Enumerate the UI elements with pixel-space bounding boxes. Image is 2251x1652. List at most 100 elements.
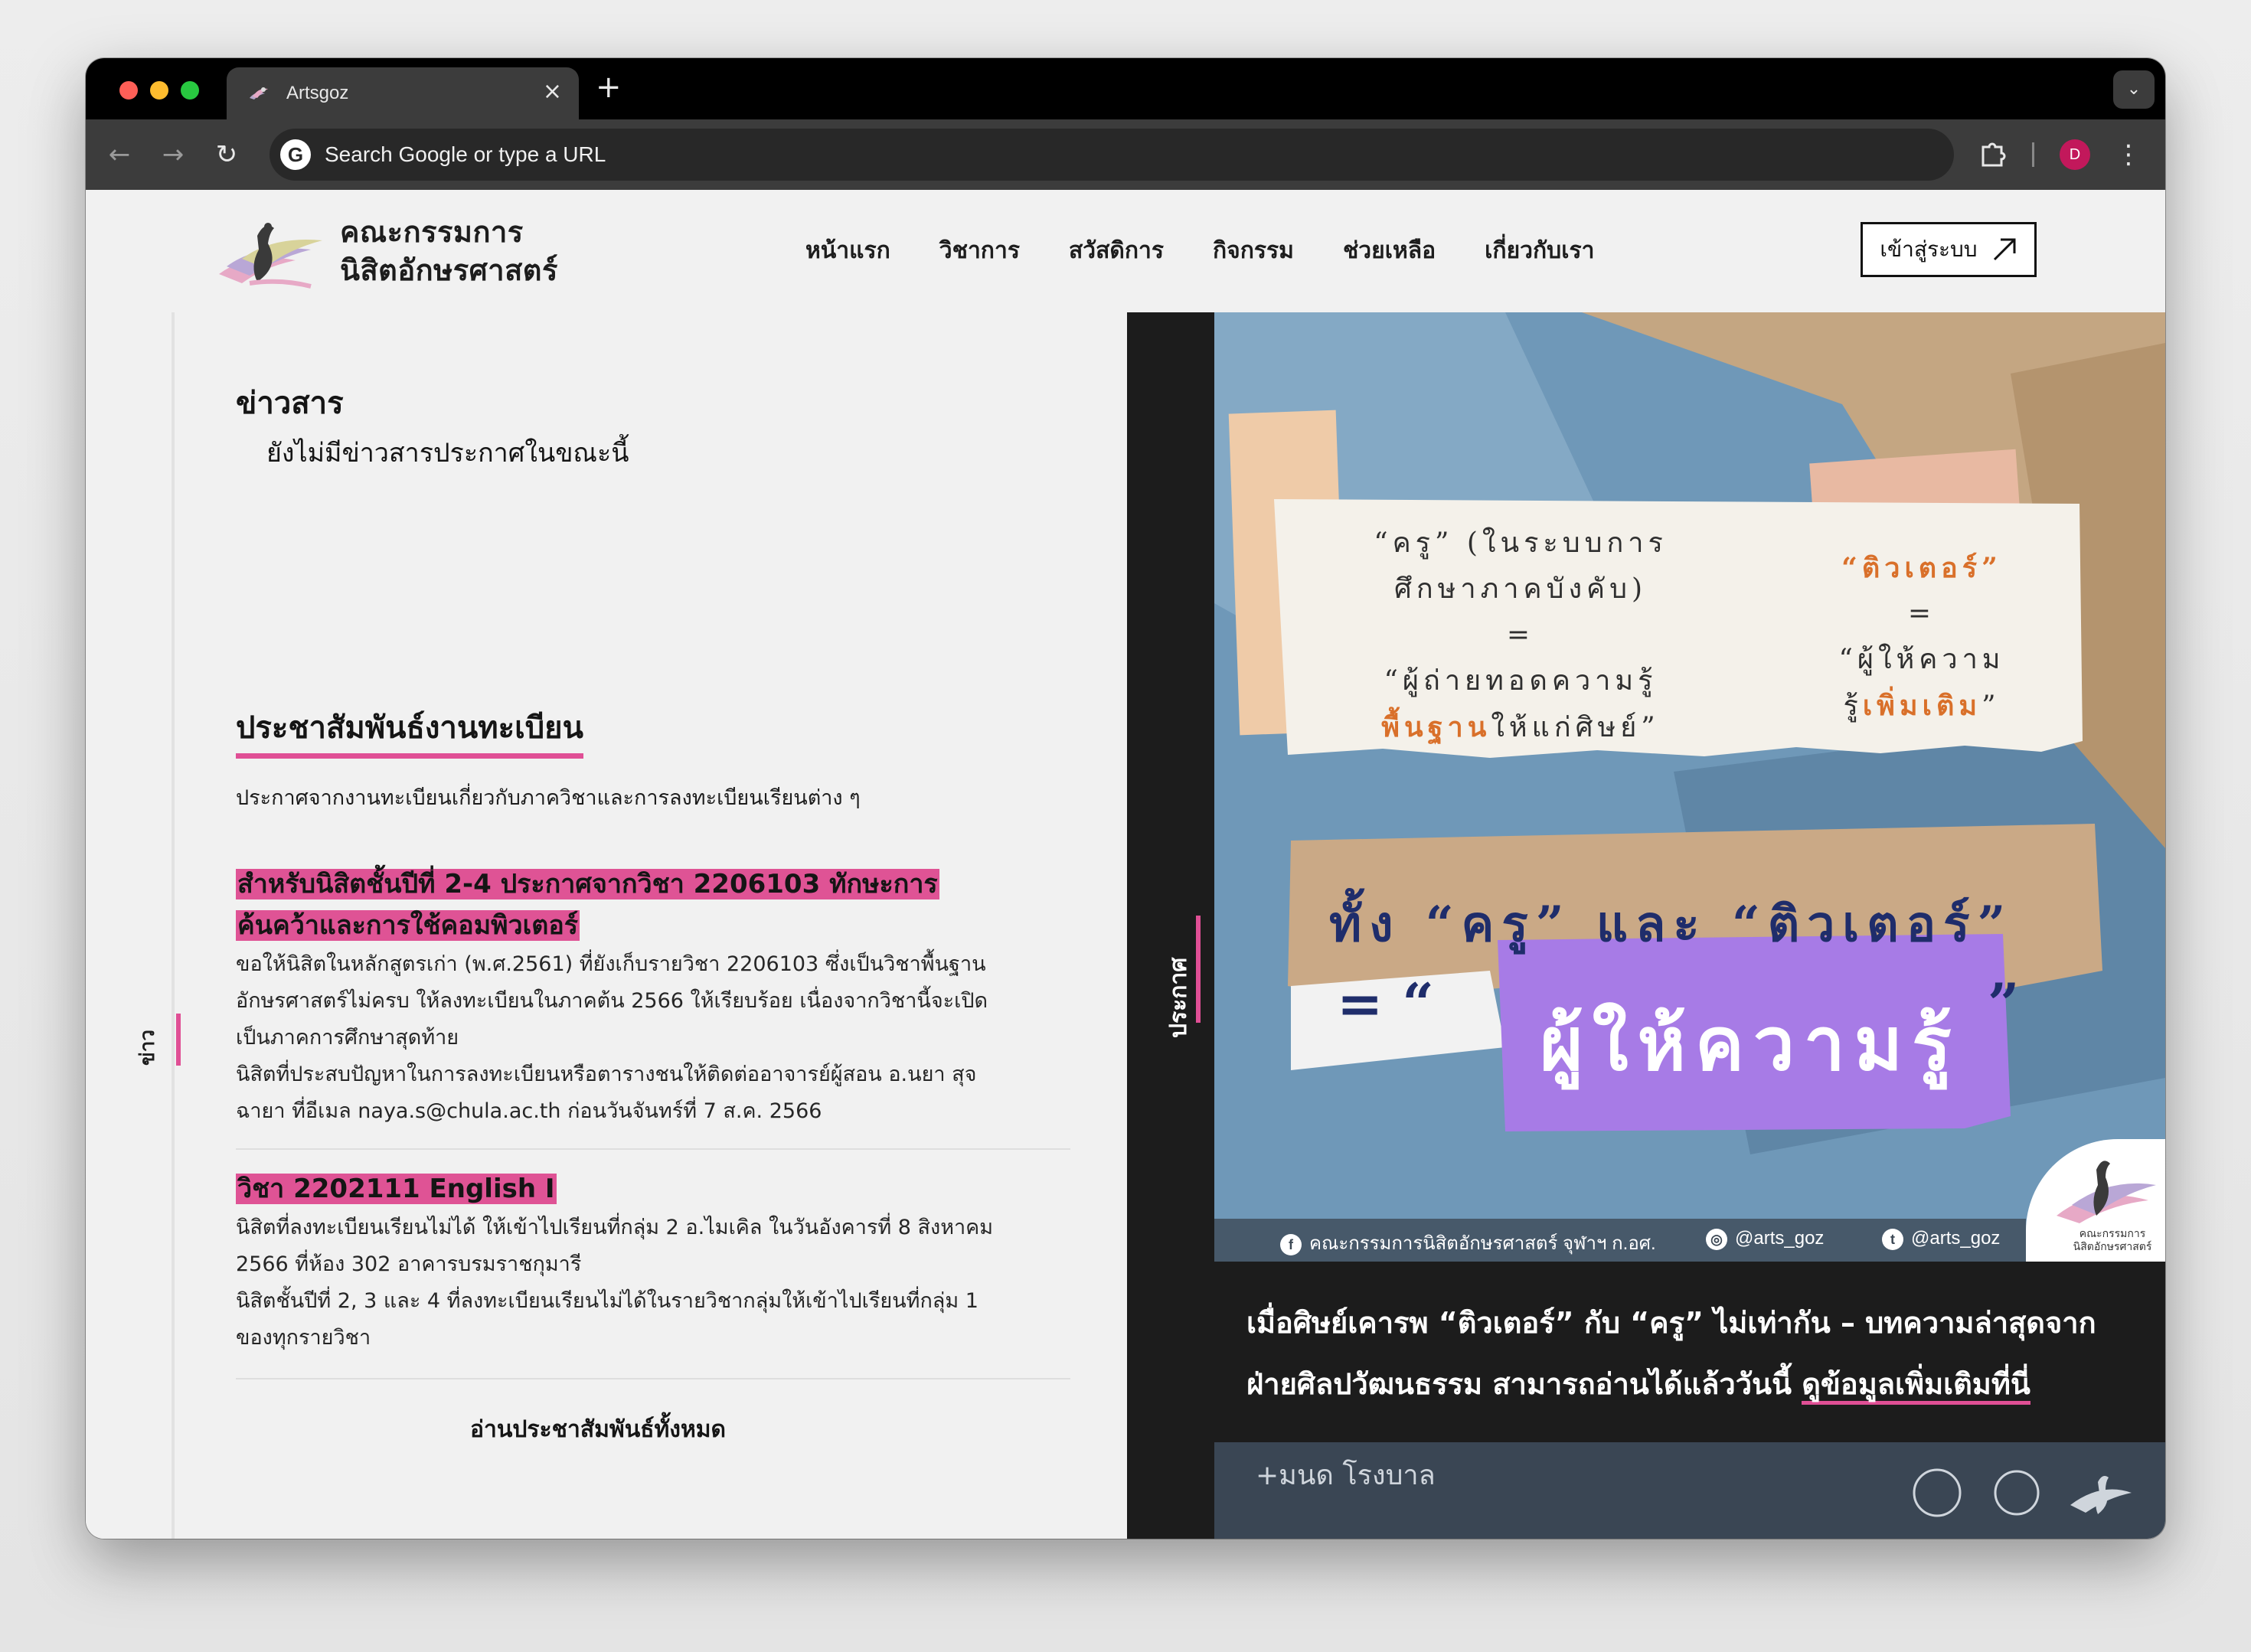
poster-facebook: f คณะกรรมการนิสิตอักษรศาสตร์ จุฬาฯ ก.อศ. xyxy=(1280,1228,1656,1258)
news-heading: ข่าวสาร xyxy=(236,386,344,421)
nav-activities[interactable]: กิจกรรม xyxy=(1213,233,1294,269)
browser-menu-icon[interactable]: ⋮ xyxy=(2115,136,2142,173)
forward-arrow-icon[interactable]: → xyxy=(158,139,188,170)
poster-instagram: ◎ @arts_goz xyxy=(1706,1228,1824,1250)
poster-text-line: ศึกษาภาคบังคับ) xyxy=(1393,573,1648,605)
browser-window: Artsgoz × + ⌄ ← → ↻ G Search Google or t… xyxy=(86,58,2165,1539)
minimize-window-button[interactable] xyxy=(150,81,168,100)
site-favicon-icon xyxy=(250,87,268,100)
pr-item-body: นิสิตที่ลงทะเบียนเรียนไม่ได้ ให้เข้าไปเร… xyxy=(236,1210,1070,1357)
nav-welfare[interactable]: สวัสดิการ xyxy=(1069,233,1164,269)
announcement-rail-label: ประกาศ xyxy=(1165,957,1192,1038)
logo-line-1: คณะกรรมการ xyxy=(340,215,524,249)
pr-item-heading-line: ค้นคว้าและการใช้คอมพิวเตอร์ xyxy=(236,910,580,941)
partner-logos-icon xyxy=(1913,1468,2132,1517)
caption-read-more-link[interactable]: ดูข้อมูลเพิ่มเติมที่นี่ xyxy=(1802,1367,2030,1405)
poster-close-quote: ” xyxy=(1988,971,2020,1036)
tab-close-icon[interactable]: × xyxy=(543,78,562,106)
poster-right-note: “ติวเตอร์” = “ผู้ให้ความ รู้เพิ่มเติม” xyxy=(1799,545,2044,730)
poster-text-line: = xyxy=(1907,598,1936,629)
announcement-indicator xyxy=(1196,916,1201,1023)
pr-item[interactable]: สำหรับนิสิตชั้นปีที่ 2-4 ประกาศจากวิชา 2… xyxy=(236,864,1070,1130)
browser-toolbar: ← → ↻ G Search Google or type a URL D ⋮ xyxy=(86,119,2165,190)
pr-item-body-line: นิสิตชั้นปีที่ 2, 3 และ 4 ที่ลงทะเบียนเร… xyxy=(236,1289,978,1313)
external-arrow-icon xyxy=(1993,238,2016,261)
new-tab-button[interactable]: + xyxy=(596,69,622,106)
login-button[interactable]: เข้าสู่ระบบ xyxy=(1861,222,2037,277)
pr-divider xyxy=(236,1378,1070,1379)
tab-search-chevron-icon[interactable]: ⌄ xyxy=(2113,70,2155,109)
close-window-button[interactable] xyxy=(119,81,138,100)
browser-tab[interactable]: Artsgoz × xyxy=(227,67,579,119)
poster-highlight: “ติวเตอร์” xyxy=(1841,552,2002,584)
poster-text-line: “ผู้ให้ความ xyxy=(1838,644,2005,675)
pr-item-body-line: เป็นภาคการศึกษาสุดท้าย xyxy=(236,1026,459,1050)
poster-text-line: = xyxy=(1506,619,1535,651)
announcement-poster[interactable]: “ครู” (ในระบบการ ศึกษาภาคบังคับ) = “ผู้ถ… xyxy=(1214,312,2165,1262)
pr-item-heading[interactable]: สำหรับนิสิตชั้นปีที่ 2-4 ประกาศจากวิชา 2… xyxy=(236,864,1070,946)
pr-heading: ประชาสัมพันธ์งานทะเบียน xyxy=(236,703,583,759)
nav-home[interactable]: หน้าแรก xyxy=(805,233,890,269)
desktop-background: Artsgoz × + ⌄ ← → ↻ G Search Google or t… xyxy=(0,0,2251,1652)
pr-divider xyxy=(236,1148,1070,1150)
poster-text-line: “ครู” (ในระบบการ xyxy=(1374,527,1668,559)
pr-item-body-line: ของทุกรายวิชา xyxy=(236,1326,371,1350)
poster-twitter: t @arts_goz xyxy=(1882,1228,2000,1250)
poster-highlight: เพิ่มเติม xyxy=(1862,690,1982,722)
pr-item-body-line: 2566 ที่ห้อง 302 อาคารบรมราชกุมารี xyxy=(236,1252,582,1276)
poster-text-line: ” xyxy=(1981,691,2001,722)
partner-logo-text: +มนด โรงบาล xyxy=(1256,1460,1436,1491)
pr-item[interactable]: วิชา 2202111 English I นิสิตที่ลงทะเบียน… xyxy=(236,1168,1070,1357)
nav-help[interactable]: ช่วยเหลือ xyxy=(1343,233,1436,269)
facebook-icon: f xyxy=(1280,1233,1302,1255)
news-empty-message: ยังไม่มีข่าวสารประกาศในขณะนี้ xyxy=(266,438,629,469)
maximize-window-button[interactable] xyxy=(181,81,199,100)
pr-item-heading-line: วิชา 2202111 English I xyxy=(236,1174,557,1204)
web-page: คณะกรรมการ นิสิตอักษรศาสตร์ หน้าแรก วิชา… xyxy=(86,190,2165,1539)
main-navigation: หน้าแรก วิชาการ สวัสดิการ กิจกรรม ช่วยเห… xyxy=(805,233,1594,269)
peacock-logo-icon[interactable] xyxy=(211,213,326,289)
pr-description: ประกาศจากงานทะเบียนเกี่ยวกับภาควิชาและกา… xyxy=(236,786,861,810)
poster-social-bar: f คณะกรรมการนิสิตอักษรศาสตร์ จุฬาฯ ก.อศ. … xyxy=(1214,1219,2026,1262)
login-label: เข้าสู่ระบบ xyxy=(1880,237,1978,262)
toolbar-separator xyxy=(2032,142,2034,167)
partner-logos-band: +มนด โรงบาล xyxy=(1214,1442,2165,1539)
instagram-icon: ◎ xyxy=(1706,1228,1727,1250)
nav-academics[interactable]: วิชาการ xyxy=(939,233,1020,269)
google-icon: G xyxy=(280,139,311,170)
poster-equals: = “ xyxy=(1337,971,1434,1036)
tab-title: Artsgoz xyxy=(286,83,349,103)
caption-text: เมื่อศิษย์เคารพ “ติวเตอร์” กับ “ครู” ไม่… xyxy=(1246,1292,2135,1415)
address-bar[interactable]: G Search Google or type a URL xyxy=(270,129,1954,181)
profile-avatar[interactable]: D xyxy=(2060,139,2090,170)
pr-item-heading-line: สำหรับนิสิตชั้นปีที่ 2-4 ประกาศจากวิชา 2… xyxy=(236,869,939,899)
poster-twitter-label: @arts_goz xyxy=(1911,1228,2001,1249)
side-tab-news[interactable]: ข่าว xyxy=(118,1009,181,1070)
site-logo-text[interactable]: คณะกรรมการ นิสิตอักษรศาสตร์ xyxy=(340,213,558,289)
announcement-rail: ประกาศ xyxy=(1127,312,1214,1539)
pr-item-heading[interactable]: วิชา 2202111 English I xyxy=(236,1168,1070,1210)
announcement-caption: เมื่อศิษย์เคารพ “ติวเตอร์” กับ “ครู” ไม่… xyxy=(1214,1262,2165,1442)
poster-highlight: พื้นฐาน xyxy=(1381,711,1491,743)
site-header: คณะกรรมการ นิสิตอักษรศาสตร์ หน้าแรก วิชา… xyxy=(86,190,2165,312)
pr-item-body-line: ขอให้นิสิตในหลักสูตรเก่า (พ.ศ.2561) ที่ย… xyxy=(236,952,986,976)
address-bar-placeholder: Search Google or type a URL xyxy=(325,142,606,166)
poster-text-line: ให้แก่ศิษย์” xyxy=(1491,712,1660,743)
side-tab-indicator xyxy=(176,1014,181,1066)
side-tab-label: ข่าว xyxy=(136,1030,159,1066)
poster-purple-text: ผู้ให้ความรู้ xyxy=(1540,1001,1961,1087)
extensions-puzzle-icon[interactable] xyxy=(1977,138,2008,168)
poster-headline: ทั้ง “ครู” และ “ติวเตอร์” xyxy=(1329,896,2014,953)
pr-item-body-line: ฉายา ที่อีเมล naya.s@chula.ac.th ก่อนวัน… xyxy=(236,1099,822,1123)
logo-line-2: นิสิตอักษรศาสตร์ xyxy=(340,253,558,287)
twitter-icon: t xyxy=(1882,1228,1903,1250)
poster-facebook-label: คณะกรรมการนิสิตอักษรศาสตร์ จุฬาฯ ก.อศ. xyxy=(1309,1233,1656,1254)
pr-item-body-line: นิสิตที่ประสบปัญหาในการลงทะเบียนหรือตารา… xyxy=(236,1063,977,1086)
poster-left-note: “ครู” (ในระบบการ ศึกษาภาคบังคับ) = “ผู้ถ… xyxy=(1344,521,1697,751)
back-arrow-icon[interactable]: ← xyxy=(104,139,135,170)
pr-item-body: ขอให้นิสิตในหลักสูตรเก่า (พ.ศ.2561) ที่ย… xyxy=(236,946,1070,1130)
reload-icon[interactable]: ↻ xyxy=(211,139,242,170)
left-side-rail xyxy=(172,312,175,1539)
read-all-pr-link[interactable]: อ่านประชาสัมพันธ์ทั้งหมด xyxy=(470,1412,726,1448)
nav-about[interactable]: เกี่ยวกับเรา xyxy=(1485,233,1594,269)
